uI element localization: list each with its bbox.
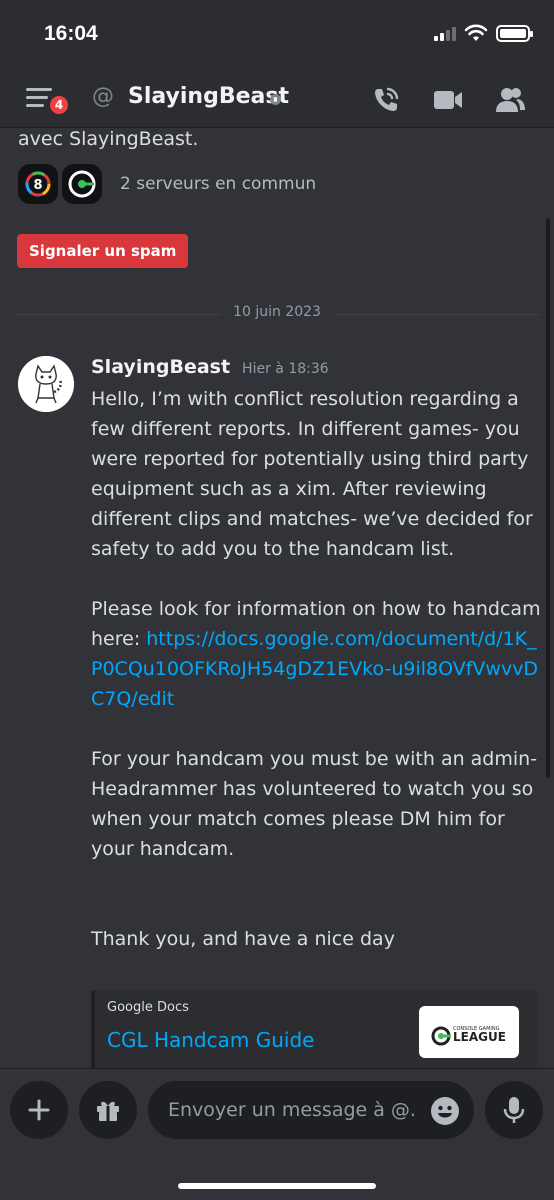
dm-title[interactable]: SlayingBeast: [128, 84, 289, 109]
report-spam-button[interactable]: Signaler un spam: [17, 234, 189, 268]
phone-call-icon[interactable]: [370, 84, 402, 116]
video-icon[interactable]: [432, 84, 464, 116]
message-author[interactable]: SlayingBeast: [91, 356, 230, 378]
date-divider-label: 10 juin 2023: [221, 304, 333, 320]
voice-message-button[interactable]: [485, 1081, 543, 1139]
message-header: SlayingBeast Hier à 18:36: [91, 356, 329, 378]
link-embed[interactable]: Google Docs CGL Handcam Guide CONSOLE GA…: [91, 990, 537, 1068]
avatar[interactable]: [18, 356, 74, 412]
dm-intro-text: avec SlayingBeast.: [18, 128, 199, 150]
emoji-icon[interactable]: [430, 1096, 460, 1126]
message-paragraph: Hello, I’m with conflict resolution rega…: [91, 388, 533, 560]
unread-badge: 4: [48, 94, 70, 116]
message-timestamp: Hier à 18:36: [242, 361, 329, 377]
channel-header: 4 @ SlayingBeast: [0, 70, 554, 128]
message-paragraph: For your handcam you must be with an adm…: [91, 748, 538, 860]
plus-icon: [28, 1099, 50, 1121]
gift-icon: [97, 1101, 119, 1121]
embed-thumbnail[interactable]: CONSOLE GAMING LEAGUE: [419, 1006, 519, 1058]
message-list[interactable]: avec SlayingBeast. 8 2 serveurs en commu…: [0, 128, 554, 1068]
cellular-signal-icon: [434, 25, 456, 41]
status-offline-icon: [270, 94, 281, 105]
mutual-servers-label: 2 serveurs en commun: [120, 174, 317, 194]
battery-icon: [496, 24, 533, 42]
status-bar: 16:04: [0, 0, 554, 70]
scrollbar[interactable]: [546, 218, 550, 778]
message-input[interactable]: [148, 1081, 474, 1139]
embed-provider[interactable]: Google Docs: [107, 1000, 189, 1015]
composer-bar: [0, 1068, 554, 1200]
message-paragraph: Thank you, and have a nice day: [91, 928, 395, 950]
thumb-big-text: LEAGUE: [453, 1030, 506, 1044]
embed-title[interactable]: CGL Handcam Guide: [107, 1028, 314, 1052]
date-divider: 10 juin 2023: [14, 304, 540, 320]
members-icon[interactable]: [494, 84, 526, 116]
svg-text:8: 8: [33, 178, 42, 193]
message-content: Hello, I’m with conflict resolution rega…: [91, 384, 541, 954]
wifi-icon: [464, 24, 488, 41]
home-indicator[interactable]: [178, 1183, 376, 1189]
gift-button[interactable]: [79, 1081, 137, 1139]
message-paragraph: Please look for information on how to ha…: [91, 594, 541, 714]
doc-link[interactable]: https://docs.google.com/document/d/1K_P0…: [91, 628, 538, 710]
server-icon[interactable]: [62, 164, 102, 204]
status-icons: [434, 24, 533, 42]
server-icon[interactable]: 8: [18, 164, 58, 204]
mutual-servers[interactable]: 8 2 serveurs en commun: [18, 164, 316, 204]
attach-button[interactable]: [10, 1081, 68, 1139]
microphone-icon: [503, 1097, 525, 1123]
at-icon: @: [92, 84, 114, 109]
status-time: 16:04: [44, 22, 98, 45]
